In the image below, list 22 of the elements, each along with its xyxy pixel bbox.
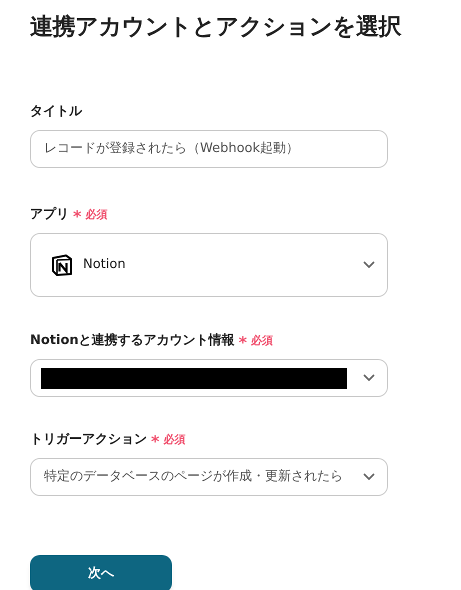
text-field[interactable]: レコードが登録されたら（Webhook起動） bbox=[30, 130, 388, 168]
field-label: アプリ bbox=[30, 206, 69, 224]
required-tag: 必須 bbox=[251, 333, 274, 349]
trigger-dropdown[interactable]: 特定のデータベースのページが作成・更新されたら bbox=[30, 458, 388, 496]
cube-n-logo-icon bbox=[51, 254, 73, 276]
required-tag: 必須 bbox=[85, 207, 108, 223]
required-asterisk: * bbox=[73, 209, 82, 225]
account-dropdown[interactable] bbox=[30, 359, 388, 397]
selected-option: 特定のデータベースのページが作成・更新されたら bbox=[44, 467, 363, 487]
required-asterisk: * bbox=[151, 434, 160, 450]
field-label: タイトル bbox=[30, 103, 82, 121]
required-tag: 必須 bbox=[163, 432, 186, 448]
field-label: トリガーアクション bbox=[30, 431, 147, 449]
app-dropdown[interactable]: Notion bbox=[30, 233, 388, 297]
app-name: Notion bbox=[83, 256, 127, 274]
page-heading: 連携アカウントとアクションを選択 bbox=[30, 13, 402, 42]
required-asterisk: * bbox=[238, 335, 248, 351]
chevron-down-icon bbox=[363, 261, 375, 269]
chevron-down-icon bbox=[363, 473, 375, 481]
next-button[interactable]: 次へ bbox=[30, 555, 172, 590]
chevron-down-icon bbox=[363, 374, 375, 382]
field-label: Notionと連携するアカウント情報 bbox=[30, 332, 235, 350]
